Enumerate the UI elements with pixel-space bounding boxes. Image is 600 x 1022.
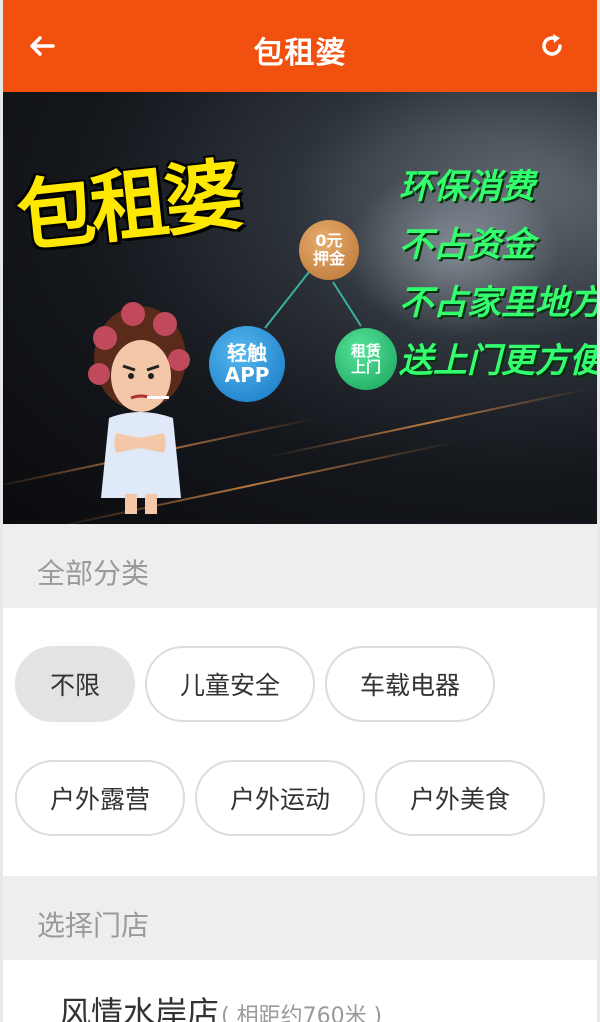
refresh-button[interactable] <box>530 24 574 68</box>
category-section-title: 全部分类 <box>37 557 150 590</box>
app-header: 包租婆 <box>0 0 600 92</box>
category-chip-outdoor-sports[interactable]: 户外运动 <box>195 760 365 836</box>
slogan-3: 不占家里地方 <box>399 283 597 323</box>
category-chip-child-safety[interactable]: 儿童安全 <box>145 646 315 722</box>
store-name: 风情水岸店 <box>59 994 220 1022</box>
slogan-2: 不占资金 <box>399 225 535 265</box>
store-section-header: 选择门店 <box>3 876 597 960</box>
category-section-header: 全部分类 <box>3 524 597 608</box>
category-list: 不限 儿童安全 车载电器 户外露营 户外运动 户外美食 <box>3 608 597 876</box>
page-title: 包租婆 <box>253 36 347 71</box>
category-chip-camping[interactable]: 户外露营 <box>15 760 185 836</box>
slogan-4: 送上门更方便 <box>399 341 597 381</box>
store-list-item[interactable]: 风情水岸店 ( 相距约760米 ) <box>3 960 597 1022</box>
banner-slogans: 环保消费 不占资金 不占家里地方 送上门更方便 <box>399 170 597 402</box>
category-chip-unlimited[interactable]: 不限 <box>15 646 135 722</box>
slogan-1: 环保消费 <box>399 167 535 207</box>
store-section-title: 选择门店 <box>37 909 150 942</box>
promo-banner[interactable]: 包租婆 轻触 APP 0元 押金 租赁 上门 环保消费 不占资金 不占家里地方 … <box>3 92 597 524</box>
refresh-icon <box>542 34 562 56</box>
store-distance: ( 相距约760米 ) <box>221 1004 383 1022</box>
category-chip-outdoor-food[interactable]: 户外美食 <box>375 760 545 836</box>
category-chip-car-electronics[interactable]: 车载电器 <box>325 646 495 722</box>
